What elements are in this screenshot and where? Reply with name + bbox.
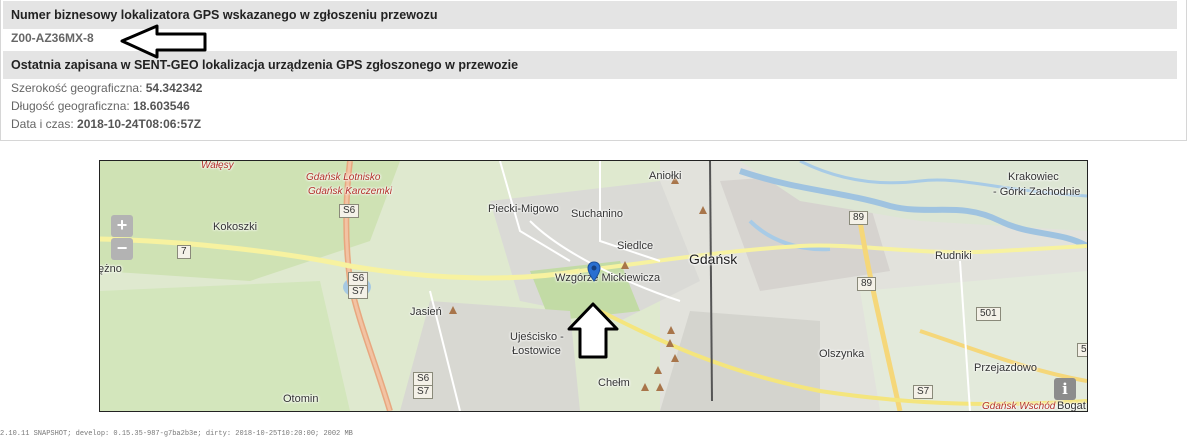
road-shield: S6	[348, 272, 369, 286]
place-label: Wałęsy	[201, 160, 234, 171]
road-shield: 89	[857, 277, 877, 291]
place-label: Olszynka	[819, 348, 865, 360]
datetime-value: 2018-10-24T08:06:57Z	[77, 117, 202, 131]
longitude-value: 18.603546	[133, 99, 190, 113]
left-arrow-annotation-icon	[120, 24, 207, 59]
longitude-row: Długość geograficzna: 18.603546	[11, 99, 190, 113]
place-label: Gdańsk Lotnisko	[306, 172, 381, 183]
version-footer: 2.10.11 SNAPSHOT; develop: 0.15.35-987-g…	[0, 430, 353, 438]
map-tiles	[100, 161, 1087, 411]
place-label: Piecki-Migowo	[488, 203, 559, 215]
up-arrow-annotation-icon	[567, 302, 619, 359]
place-label: Jasień	[410, 306, 442, 318]
road-shield: 5	[1077, 343, 1087, 357]
place-label: Ujeścisko -	[510, 331, 564, 343]
map-info-button[interactable]: i	[1054, 378, 1076, 400]
place-label: Kokoszki	[213, 221, 258, 233]
place-label: Krakowiec	[1008, 171, 1059, 183]
place-label: Przejazdowo	[974, 362, 1037, 374]
longitude-label: Długość geograficzna:	[11, 99, 130, 113]
road-shield: S6	[339, 204, 360, 218]
latitude-label: Szerokość geograficzna:	[11, 81, 143, 95]
datetime-label: Data i czas:	[11, 117, 74, 131]
location-map[interactable]: Wałęsy Gdańsk Lotnisko Gdańsk Karczemki …	[99, 160, 1088, 412]
place-label: Gdańsk	[689, 251, 738, 267]
place-label: Siedlce	[617, 240, 654, 252]
place-label: - Górki Zachodnie	[993, 186, 1081, 198]
location-marker-icon[interactable]	[587, 261, 601, 283]
place-label: Gdańsk Wschód	[982, 401, 1056, 412]
place-label: Otomin	[283, 393, 319, 405]
tracker-id: Z00-AZ36MX-8	[11, 31, 94, 45]
zoom-in-button[interactable]: +	[111, 215, 133, 237]
tracker-info-panel: Numer biznesowy lokalizatora GPS wskazan…	[0, 0, 1187, 141]
road-shield: S7	[913, 385, 934, 399]
road-shield: S6	[413, 372, 434, 386]
place-label: Gdańsk Karczemki	[308, 186, 392, 197]
place-label: ężno	[99, 263, 122, 275]
datetime-row: Data i czas: 2018-10-24T08:06:57Z	[11, 117, 201, 131]
road-shield: 501	[976, 307, 1001, 321]
place-label: Łostowice	[512, 345, 561, 357]
place-label: Bogat	[1057, 400, 1086, 412]
place-label: Suchanino	[571, 208, 623, 220]
road-shield: 7	[177, 245, 191, 259]
zoom-out-button[interactable]: −	[111, 238, 133, 260]
road-shield: S7	[348, 285, 369, 299]
place-label: Wzgórze Mickiewicza	[555, 272, 661, 284]
road-shield: S7	[413, 385, 434, 399]
latitude-row: Szerokość geograficzna: 54.342342	[11, 81, 202, 95]
place-label: Chełm	[598, 377, 630, 389]
place-label: Rudniki	[935, 250, 972, 262]
road-shield: 89	[849, 211, 869, 225]
latitude-value: 54.342342	[145, 81, 203, 95]
place-label: Aniołki	[649, 170, 682, 182]
